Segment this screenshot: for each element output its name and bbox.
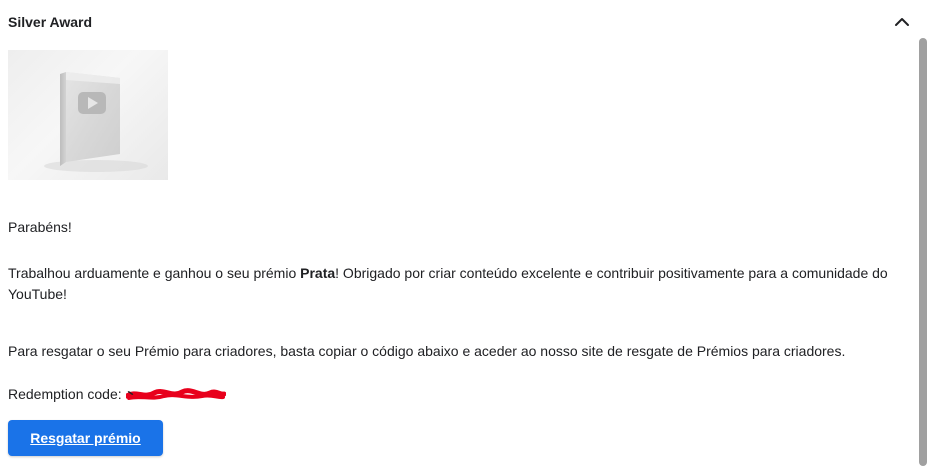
redeem-instructions: Para resgatar o seu Prémio para criadore… [8, 343, 846, 359]
redacted-redemption-code [124, 386, 227, 402]
chevron-up-icon[interactable] [890, 10, 914, 34]
award-header[interactable]: Silver Award [8, 12, 920, 32]
redeem-award-button[interactable]: Resgatar prémio [8, 420, 163, 456]
silver-award-image [8, 50, 168, 180]
award-tier: Prata [300, 265, 336, 281]
congrats-text: Parabéns! [8, 219, 72, 235]
scrollbar-thumb[interactable] [919, 38, 927, 466]
scrollbar[interactable] [915, 0, 930, 466]
redemption-code-label: Redemption code: [8, 386, 122, 402]
award-message-start: Trabalhou arduamente e ganhou o seu prém… [8, 265, 301, 281]
play-button-plaque-icon [44, 72, 148, 172]
redemption-code-row: Redemption code: [8, 384, 227, 405]
award-panel: Silver Award Parabéns! Trabalhou arduame… [0, 0, 930, 466]
award-message: Trabalhou arduamente e ganhou o seu prém… [8, 263, 928, 305]
award-title: Silver Award [8, 14, 93, 30]
